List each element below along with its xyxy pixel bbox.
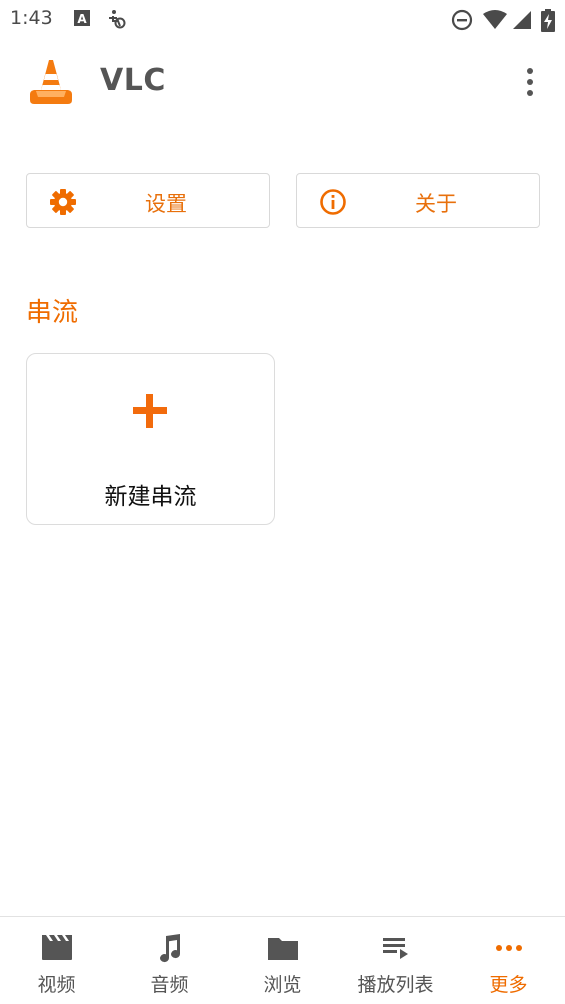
- nav-label-video: 视频: [37, 974, 76, 996]
- nav-item-video[interactable]: 视频: [0, 917, 113, 1004]
- bottom-navigation: 视频 音频 浏览 播放列表 更多: [0, 916, 565, 1004]
- nav-item-more[interactable]: 更多: [452, 917, 565, 1004]
- more-vert-icon-dot: [527, 79, 533, 85]
- playlist-icon: [383, 938, 408, 959]
- more-vert-icon: [527, 68, 533, 74]
- folder-icon: [268, 938, 298, 960]
- music-note-icon: [160, 934, 181, 963]
- overflow-menu-button[interactable]: [512, 64, 548, 100]
- new-stream-label: 新建串流: [104, 484, 197, 510]
- app-bar: VLC: [0, 38, 565, 128]
- status-time: 1:43: [10, 7, 53, 29]
- app-title: VLC: [100, 63, 166, 98]
- section-title-streams: 串流: [26, 298, 79, 328]
- do-not-disturb-icon: [451, 9, 473, 31]
- vlc-cone-icon: [30, 60, 72, 104]
- settings-label: 设置: [145, 192, 187, 216]
- battery-charging-icon: [541, 9, 555, 32]
- plus-icon: [133, 394, 167, 428]
- nav-item-playlists[interactable]: 播放列表: [339, 917, 452, 1004]
- about-label: 关于: [415, 192, 457, 216]
- more-horiz-icon: [496, 945, 522, 951]
- svg-text:A: A: [77, 12, 87, 26]
- nav-label-audio: 音频: [150, 974, 189, 996]
- nav-label-browse: 浏览: [263, 974, 302, 996]
- nav-label-more: 更多: [489, 974, 528, 996]
- app-screen: 1:43 A VLC 设置 关于 串流 新建串流 视频 音频 浏览 播放列表 更…: [0, 0, 565, 1004]
- nav-item-audio[interactable]: 音频: [113, 917, 226, 1004]
- signal-icon: [513, 11, 531, 29]
- more-vert-icon-dot: [527, 90, 533, 96]
- movie-icon: [42, 935, 72, 960]
- nav-label-playlists: 播放列表: [357, 974, 434, 996]
- about-button[interactable]: 关于: [296, 173, 540, 228]
- settings-button[interactable]: 设置: [26, 173, 270, 228]
- wifi-icon: [483, 10, 507, 29]
- a-notification-icon: A: [74, 10, 90, 26]
- status-bar: 1:43 A: [0, 0, 565, 38]
- nav-item-browse[interactable]: 浏览: [226, 917, 339, 1004]
- accessibility-icon: [109, 10, 126, 29]
- new-stream-card[interactable]: 新建串流: [26, 353, 275, 525]
